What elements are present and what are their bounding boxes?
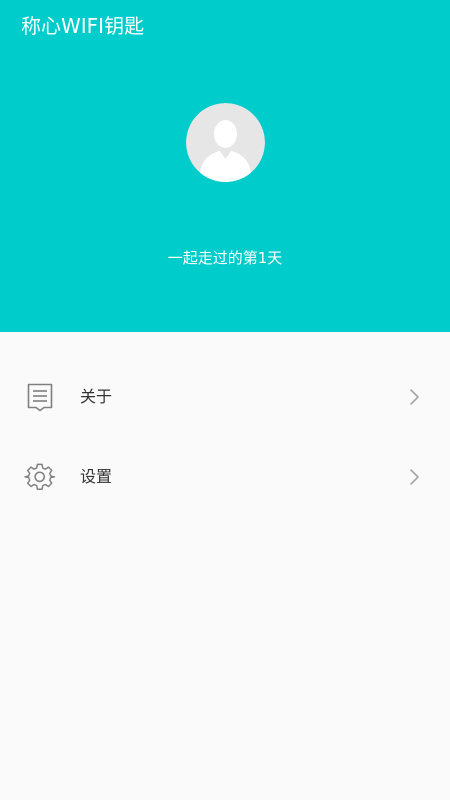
menu-item-about-label: 关于 <box>80 387 113 406</box>
chevron-right-icon <box>410 469 419 485</box>
default-user-avatar-icon <box>186 103 265 182</box>
chevron-right-icon <box>410 389 419 405</box>
document-icon <box>27 383 53 412</box>
gear-icon <box>24 463 56 490</box>
days-together-text: 一起走过的第1天 <box>167 249 283 267</box>
app-title: 称心WIFI钥匙 <box>21 14 145 38</box>
profile-header: 称心WIFI钥匙 一起走过的第1天 <box>0 0 450 332</box>
menu-item-settings-label: 设置 <box>80 467 113 486</box>
menu-item-settings[interactable]: 设置 <box>0 437 450 517</box>
user-avatar[interactable] <box>186 103 265 182</box>
menu-item-about[interactable]: 关于 <box>0 357 450 437</box>
